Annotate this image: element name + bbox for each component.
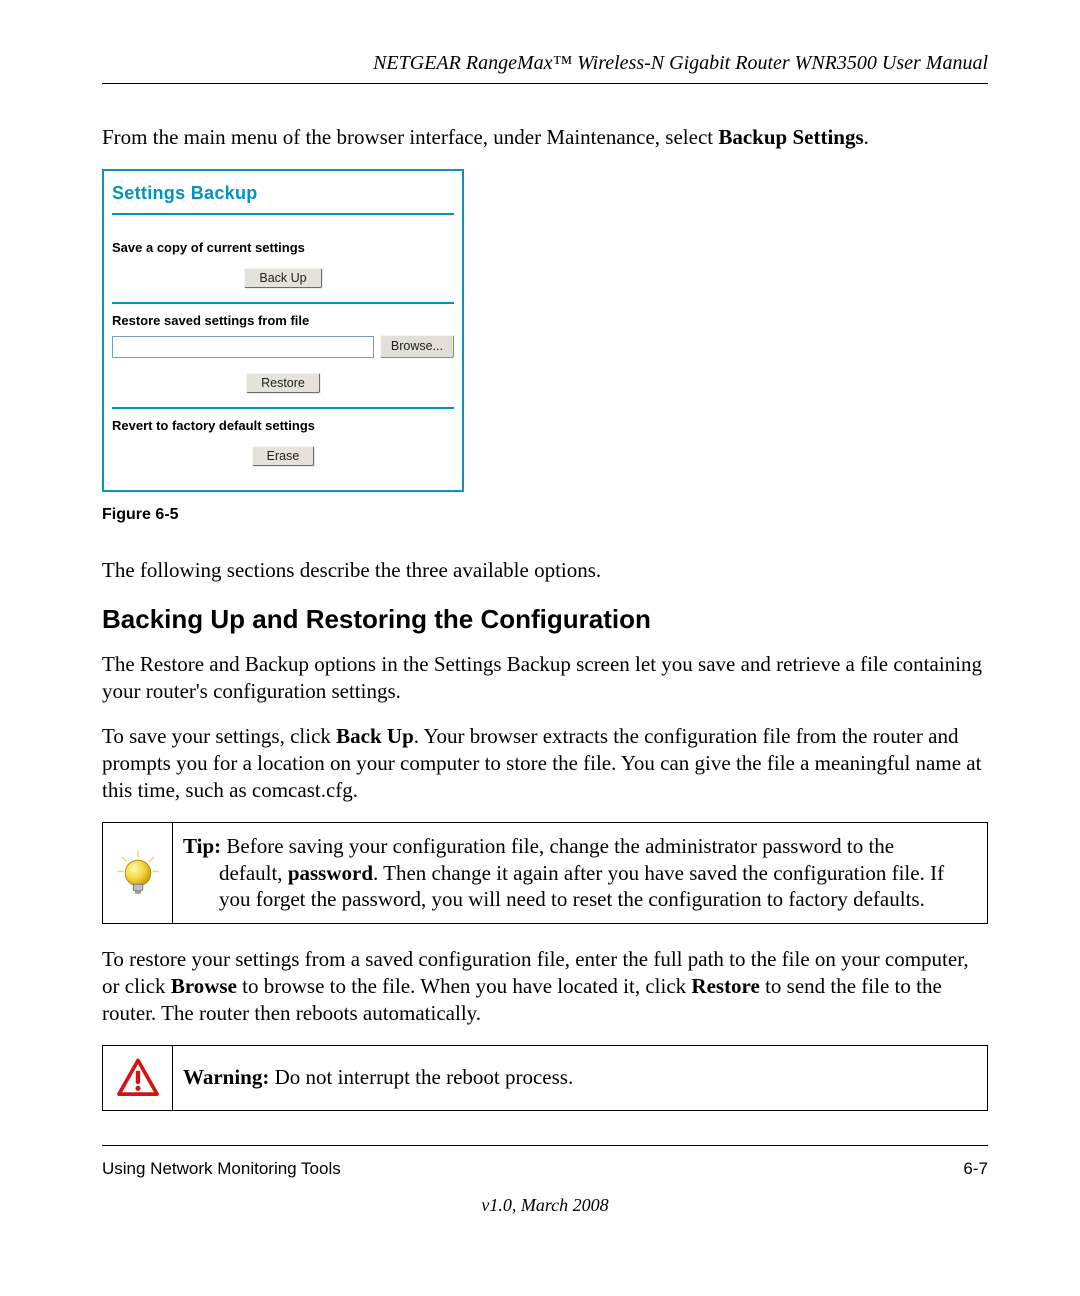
section-heading: Backing Up and Restoring the Configurati… bbox=[102, 602, 988, 637]
para3-p2: to browse to the file. When you have loc… bbox=[237, 974, 691, 998]
para3-b1: Browse bbox=[171, 974, 237, 998]
tip-l1: Before saving your configuration file, c… bbox=[221, 834, 894, 858]
tip-body: Tip: Before saving your configuration fi… bbox=[173, 823, 987, 924]
warning-text: Do not interrupt the reboot process. bbox=[269, 1065, 573, 1089]
para2-p1: To save your settings, click bbox=[102, 724, 336, 748]
footer-version: v1.0, March 2008 bbox=[102, 1193, 988, 1217]
save-copy-label: Save a copy of current settings bbox=[112, 239, 454, 257]
footer-rule bbox=[102, 1145, 988, 1146]
footer-row: Using Network Monitoring Tools 6-7 bbox=[102, 1158, 988, 1181]
restore-label: Restore saved settings from file bbox=[112, 312, 454, 330]
figure-caption: Figure 6-5 bbox=[102, 504, 988, 526]
settings-backup-panel: Settings Backup Save a copy of current s… bbox=[102, 169, 464, 492]
page-header: NETGEAR RangeMax™ Wireless-N Gigabit Rou… bbox=[102, 50, 988, 84]
warning-icon bbox=[116, 1056, 160, 1100]
warning-icon-cell bbox=[103, 1046, 173, 1110]
restore-file-input[interactable] bbox=[112, 336, 374, 358]
intro-suffix: . bbox=[864, 125, 869, 149]
tip-icon-cell bbox=[103, 823, 173, 924]
intro-prefix: From the main menu of the browser interf… bbox=[102, 125, 718, 149]
revert-label: Revert to factory default settings bbox=[112, 417, 454, 435]
para3-b2: Restore bbox=[691, 974, 759, 998]
backup-button[interactable]: Back Up bbox=[244, 268, 321, 288]
tip-l2a: default, bbox=[219, 861, 288, 885]
panel-title: Settings Backup bbox=[112, 181, 454, 209]
after-figure-text: The following sections describe the thre… bbox=[102, 557, 988, 584]
para2-b1: Back Up bbox=[336, 724, 414, 748]
tip-l2b: password bbox=[288, 861, 373, 885]
erase-button[interactable]: Erase bbox=[252, 446, 315, 466]
intro-paragraph: From the main menu of the browser interf… bbox=[102, 124, 988, 151]
paragraph-1: The Restore and Backup options in the Se… bbox=[102, 651, 988, 705]
warning-callout: Warning: Do not interrupt the reboot pro… bbox=[102, 1045, 988, 1111]
lightbulb-icon bbox=[114, 849, 162, 897]
restore-button[interactable]: Restore bbox=[246, 373, 320, 393]
intro-bold: Backup Settings bbox=[718, 125, 863, 149]
paragraph-3: To restore your settings from a saved co… bbox=[102, 946, 988, 1027]
footer-left: Using Network Monitoring Tools bbox=[102, 1158, 341, 1181]
browse-button[interactable]: Browse... bbox=[380, 335, 454, 358]
footer-right: 6-7 bbox=[963, 1158, 988, 1181]
tip-callout: Tip: Before saving your configuration fi… bbox=[102, 822, 988, 925]
tip-label: Tip: bbox=[183, 834, 221, 858]
warning-label: Warning: bbox=[183, 1065, 269, 1089]
warning-body: Warning: Do not interrupt the reboot pro… bbox=[173, 1046, 987, 1110]
paragraph-2: To save your settings, click Back Up. Yo… bbox=[102, 723, 988, 804]
